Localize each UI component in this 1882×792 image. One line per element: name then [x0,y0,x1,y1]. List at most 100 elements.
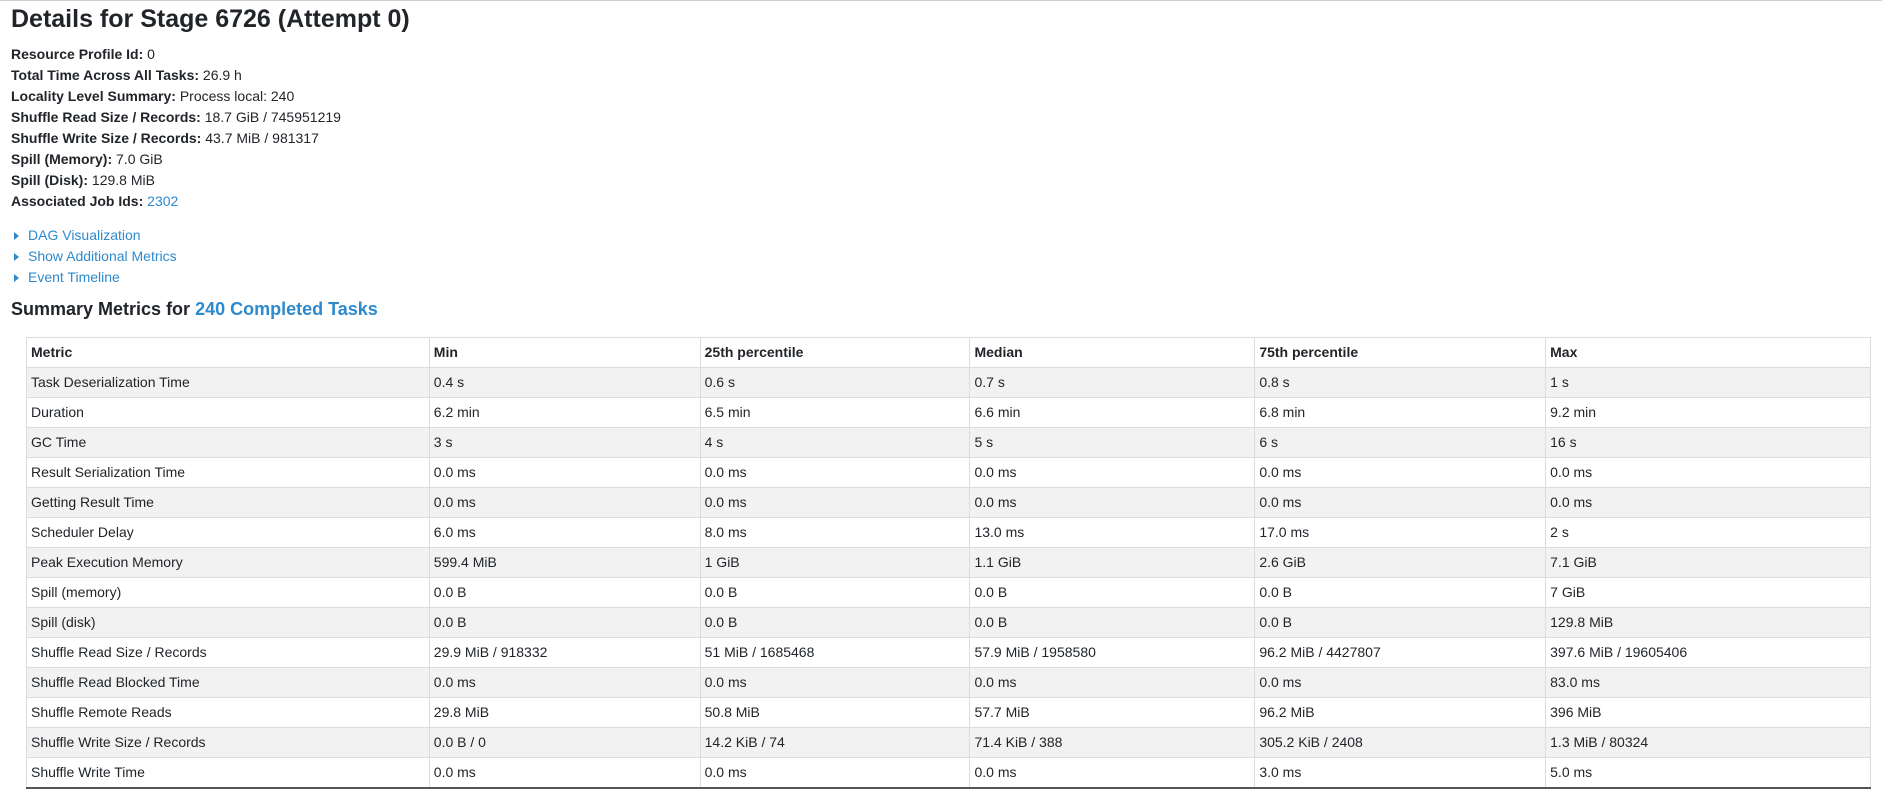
metric-value-cell: 1 s [1545,367,1871,398]
additional-metrics-toggle[interactable]: Show Additional Metrics [11,246,177,267]
caret-right-icon [14,252,19,261]
metric-name-cell: Shuffle Write Time [26,757,430,789]
metric-value-cell: 0.0 B [428,607,701,638]
summary-metrics-heading: Summary Metrics for 240 Completed Tasks [11,296,378,322]
metric-value-cell: 6.6 min [969,397,1256,428]
metric-name-cell: Result Serialization Time [26,457,430,488]
column-header[interactable]: 25th percentile [699,337,971,368]
metric-value-cell: 0.0 B / 0 [428,727,701,758]
metric-value-cell: 29.8 MiB [428,697,701,728]
metric-value-cell: 0.0 B [969,607,1256,638]
summary-label: Spill (Memory): [11,151,113,167]
column-header[interactable]: 75th percentile [1254,337,1547,368]
table-row: Getting Result Time 0.0 ms 0.0 ms 0.0 ms 0.0… [26,487,1871,518]
summary-item-locality: Locality Level Summary: Process local: 2… [11,86,341,107]
metric-value-cell: 0.6 s [699,367,971,398]
summary-item-total-time: Total Time Across All Tasks: 26.9 h [11,65,341,86]
stage-summary-list: Resource Profile Id: 0 Total Time Across… [11,44,341,212]
metric-value-cell: 5 s [969,427,1256,458]
metric-value-cell: 1.1 GiB [969,547,1256,578]
metric-value-cell: 71.4 KiB / 388 [969,727,1256,758]
metric-name-cell: Shuffle Write Size / Records [26,727,430,758]
metric-name-cell: Shuffle Remote Reads [26,697,430,728]
summary-label: Spill (Disk): [11,172,89,188]
metric-value-cell: 0.0 ms [699,487,971,518]
metric-value-cell: 0.0 ms [969,757,1256,789]
summary-value: Process local: 240 [179,88,295,104]
caret-right-icon [14,231,19,240]
event-timeline-toggle[interactable]: Event Timeline [11,267,177,288]
metric-value-cell: 57.7 MiB [969,697,1256,728]
table-row: Shuffle Write Time 0.0 ms 0.0 ms 0.0 ms 3.0 … [26,757,1871,789]
metric-value-cell: 0.0 ms [969,667,1256,698]
table-row: Task Deserialization Time 0.4 s 0.6 s 0.7 s… [26,367,1871,398]
metric-value-cell: 9.2 min [1545,397,1871,428]
column-header[interactable]: Min [428,337,701,368]
metric-name-cell: GC Time [26,427,430,458]
column-header[interactable]: Metric [26,337,430,368]
metric-value-cell: 16 s [1545,427,1871,458]
metric-value-cell: 396 MiB [1545,697,1871,728]
summary-label: Resource Profile Id: [11,46,144,62]
metric-value-cell: 96.2 MiB [1254,697,1547,728]
page-title: Details for Stage 6726 (Attempt 0) [11,5,410,33]
summary-item-shuffle-read: Shuffle Read Size / Records: 18.7 GiB / … [11,107,341,128]
table-row: Shuffle Remote Reads 29.8 MiB 50.8 MiB 57.7… [26,697,1871,728]
metric-value-cell: 4 s [699,427,971,458]
metric-value-cell: 0.0 ms [428,457,701,488]
metric-value-cell: 7.1 GiB [1545,547,1871,578]
metric-value-cell: 6.8 min [1254,397,1547,428]
metric-value-cell: 0.0 ms [699,757,971,789]
summary-label: Total Time Across All Tasks: [11,67,200,83]
top-divider [0,0,1882,1]
metric-value-cell: 13.0 ms [969,517,1256,548]
metric-value-cell: 1.3 MiB / 80324 [1545,727,1871,758]
metric-value-cell: 2.6 GiB [1254,547,1547,578]
metric-value-cell: 8.0 ms [699,517,971,548]
metric-value-cell: 83.0 ms [1545,667,1871,698]
job-id-link[interactable]: 2302 [147,193,178,209]
event-timeline-link[interactable]: Event Timeline [28,267,120,288]
metric-value-cell: 50.8 MiB [699,697,971,728]
table-row: Duration 6.2 min 6.5 min 6.6 min 6.8 min 9.2 … [26,397,1871,428]
summary-item-spill-memory: Spill (Memory): 7.0 GiB [11,149,341,170]
metric-name-cell: Spill (disk) [26,607,430,638]
column-header[interactable]: Median [969,337,1256,368]
completed-tasks-link[interactable]: 240 Completed Tasks [195,299,378,319]
dag-visualization-link[interactable]: DAG Visualization [28,225,141,246]
table-row: Spill (memory) 0.0 B 0.0 B 0.0 B 0.0 B7 GiB [26,577,1871,608]
dag-visualization-toggle[interactable]: DAG Visualization [11,225,177,246]
summary-value: 43.7 MiB / 981317 [205,130,319,146]
metric-value-cell: 6.2 min [428,397,701,428]
metric-value-cell: 2 s [1545,517,1871,548]
metric-value-cell: 0.7 s [969,367,1256,398]
metric-value-cell: 0.0 ms [1254,487,1547,518]
table-row: Shuffle Read Size / Records 29.9 MiB / 91… [26,637,1871,668]
metric-value-cell: 51 MiB / 1685468 [699,637,971,668]
summary-item-job-ids: Associated Job Ids: 2302 [11,191,341,212]
metric-value-cell: 129.8 MiB [1545,607,1871,638]
table-row: Shuffle Write Size / Records 0.0 B / 0 14.… [26,727,1871,758]
metric-value-cell: 0.0 ms [428,667,701,698]
table-header-row: Metric Min 25th percentile Median 75th p… [26,337,1871,368]
metric-value-cell: 0.0 ms [1254,457,1547,488]
metric-value-cell: 5.0 ms [1545,757,1871,789]
metric-name-cell: Shuffle Read Blocked Time [26,667,430,698]
summary-label: Shuffle Read Size / Records: [11,109,201,125]
summary-item-resource-profile: Resource Profile Id: 0 [11,44,341,65]
caret-right-icon [14,273,19,282]
metric-name-cell: Shuffle Read Size / Records [26,637,430,668]
metric-value-cell: 6.5 min [699,397,971,428]
summary-label: Shuffle Write Size / Records: [11,130,202,146]
table-row: Scheduler Delay 6.0 ms 8.0 ms 13.0 ms 17.0 m… [26,517,1871,548]
metric-value-cell: 0.4 s [428,367,701,398]
column-header[interactable]: Max [1545,337,1871,368]
metric-value-cell: 305.2 KiB / 2408 [1254,727,1547,758]
additional-metrics-link[interactable]: Show Additional Metrics [28,246,177,267]
metric-value-cell: 599.4 MiB [428,547,701,578]
summary-value: 7.0 GiB [116,151,163,167]
metric-value-cell: 0.0 B [969,577,1256,608]
table-row: Shuffle Read Blocked Time 0.0 ms 0.0 ms 0.0… [26,667,1871,698]
metric-name-cell: Peak Execution Memory [26,547,430,578]
metric-name-cell: Getting Result Time [26,487,430,518]
